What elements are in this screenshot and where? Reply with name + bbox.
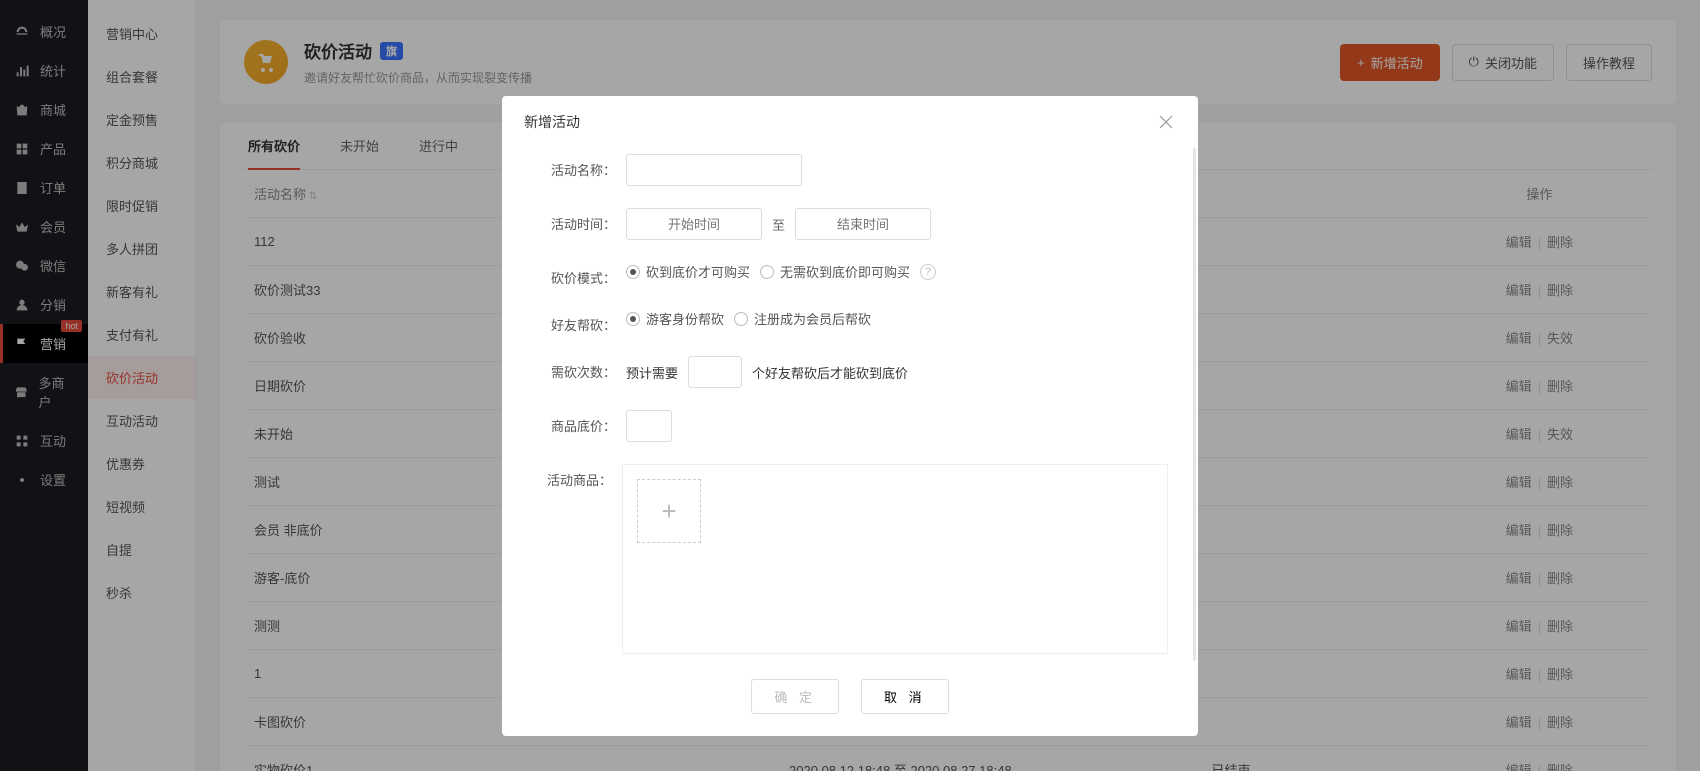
count-input[interactable] bbox=[688, 356, 742, 388]
label-mode: 砍价模式： bbox=[532, 262, 616, 287]
count-pre-text: 预计需要 bbox=[626, 363, 678, 382]
time-separator: 至 bbox=[772, 215, 785, 234]
mode-anytime-radio[interactable]: 无需砍到底价即可购买 bbox=[760, 262, 910, 281]
label-count: 需砍次数： bbox=[532, 356, 616, 381]
label-friend: 好友帮砍： bbox=[532, 309, 616, 334]
friend-guest-radio[interactable]: 游客身份帮砍 bbox=[626, 309, 724, 328]
friend-opt-0: 游客身份帮砍 bbox=[646, 309, 724, 328]
floor-price-input[interactable] bbox=[626, 410, 672, 442]
add-goods-tile[interactable]: + bbox=[637, 479, 701, 543]
label-time: 活动时间： bbox=[532, 208, 616, 233]
friend-member-radio[interactable]: 注册成为会员后帮砍 bbox=[734, 309, 871, 328]
label-floor: 商品底价： bbox=[532, 410, 616, 435]
modal-ok-button[interactable]: 确 定 bbox=[751, 679, 839, 714]
end-time-input[interactable] bbox=[795, 208, 931, 240]
new-activity-modal: 新增活动 活动名称： 活动时间： 至 bbox=[502, 96, 1198, 736]
mode-opt-0: 砍到底价才可购买 bbox=[646, 262, 750, 281]
close-icon[interactable] bbox=[1156, 112, 1176, 132]
modal-cancel-button[interactable]: 取 消 bbox=[861, 679, 949, 714]
modal-title: 新增活动 bbox=[524, 112, 580, 132]
label-goods: 活动商品： bbox=[532, 464, 612, 489]
goods-picker: + bbox=[622, 464, 1168, 654]
mode-opt-1: 无需砍到底价即可购买 bbox=[780, 262, 910, 281]
modal-overlay: 新增活动 活动名称： 活动时间： 至 bbox=[0, 0, 1700, 771]
count-post-text: 个好友帮砍后才能砍到底价 bbox=[752, 363, 908, 382]
help-icon[interactable]: ? bbox=[920, 264, 936, 280]
activity-name-input[interactable] bbox=[626, 154, 802, 186]
mode-floor-radio[interactable]: 砍到底价才可购买 bbox=[626, 262, 750, 281]
start-time-input[interactable] bbox=[626, 208, 762, 240]
friend-opt-1: 注册成为会员后帮砍 bbox=[754, 309, 871, 328]
label-name: 活动名称： bbox=[532, 154, 616, 179]
